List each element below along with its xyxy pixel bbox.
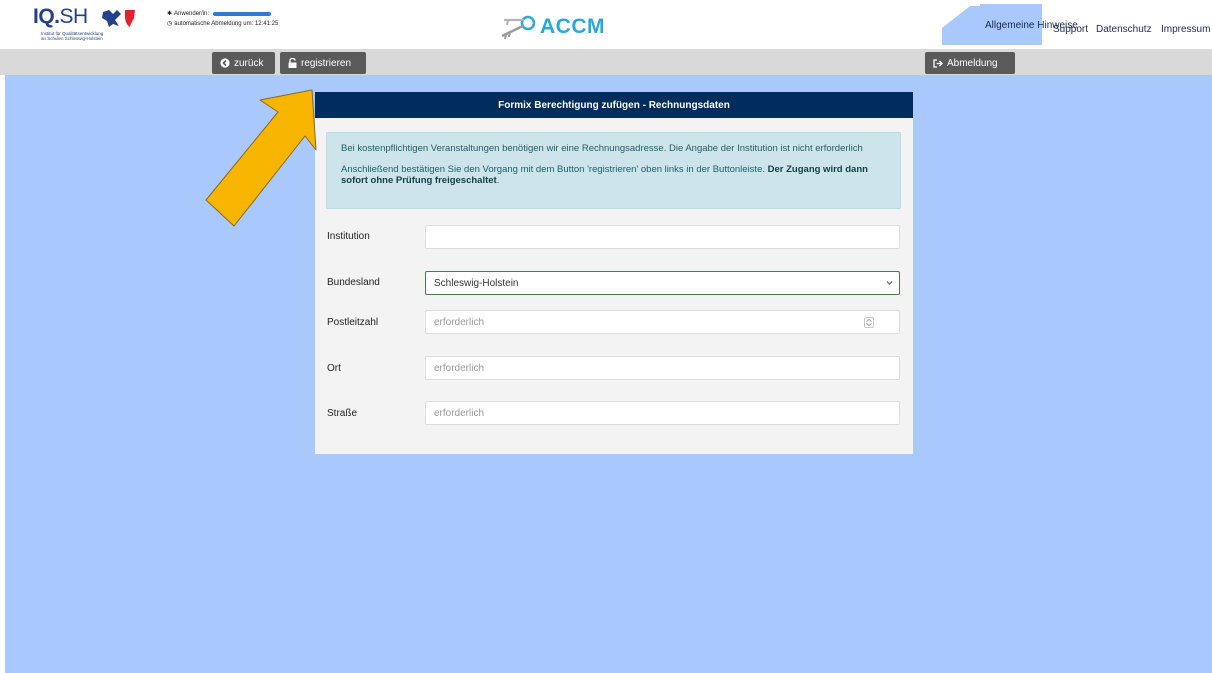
panel-title: Formix Berechtigung zufügen - Rechnungsd… bbox=[315, 92, 913, 118]
state-select[interactable]: Schleswig-Holstein bbox=[425, 271, 900, 295]
keys-icon bbox=[501, 15, 536, 40]
logo-subtitle: Institut für Qualitätsentwicklung an Sch… bbox=[41, 31, 103, 41]
institution-row: Institution bbox=[326, 225, 901, 249]
nav-support[interactable]: Support bbox=[1053, 24, 1088, 35]
info-text-1: Bei kostenpflichtigen Veranstaltungen be… bbox=[341, 143, 863, 154]
logo-text-light: SH bbox=[59, 5, 89, 28]
nav-imprint[interactable]: Impressum bbox=[1161, 24, 1210, 35]
button-toolbar: zurück registrieren Abmeldung bbox=[0, 49, 1212, 75]
street-label: Straße bbox=[327, 408, 358, 419]
user-label: Anwender/in: bbox=[174, 11, 210, 17]
city-row: Ort erforderlich bbox=[326, 356, 901, 380]
street-placeholder: erforderlich bbox=[434, 407, 485, 419]
spinner-down-icon bbox=[866, 323, 872, 326]
state-label: Bundesland bbox=[327, 277, 380, 288]
number-spinner[interactable] bbox=[864, 317, 874, 328]
sign-out-icon bbox=[933, 58, 943, 68]
nav-general-notes[interactable]: Allgemeine Hinweise bbox=[985, 21, 1078, 31]
zip-label: Postleitzahl bbox=[327, 317, 379, 328]
highlight-arrow-icon bbox=[205, 89, 317, 227]
back-button[interactable]: zurück bbox=[212, 52, 275, 74]
zip-input[interactable]: erforderlich bbox=[425, 310, 900, 334]
user-row: ✱ Anwender/in: bbox=[167, 9, 278, 19]
logo-wordmark: IQ.SH bbox=[33, 6, 88, 28]
accm-brand[interactable]: ACCM bbox=[498, 13, 618, 41]
top-header: IQ.SH Institut für Qualitätsentwicklung … bbox=[0, 0, 1212, 49]
logo-text-bold: IQ. bbox=[33, 5, 60, 28]
state-selected-value: Schleswig-Holstein bbox=[434, 277, 519, 289]
city-label: Ort bbox=[327, 363, 341, 374]
top-navigation: Allgemeine Hinweise Support Datenschutz … bbox=[942, 0, 1212, 49]
info-text-2: Anschließend bestätigen Sie den Vorgang … bbox=[341, 164, 886, 186]
logout-label: Abmeldung bbox=[947, 57, 998, 69]
register-label: registrieren bbox=[301, 57, 352, 69]
app-root: IQ.SH Institut für Qualitätsentwicklung … bbox=[0, 0, 1212, 673]
zip-placeholder: erforderlich bbox=[434, 316, 485, 328]
redacted-username bbox=[213, 12, 272, 16]
iqsh-logo[interactable]: IQ.SH Institut für Qualitätsentwicklung … bbox=[33, 6, 143, 42]
billing-form-panel: Formix Berechtigung zufügen - Rechnungsd… bbox=[315, 92, 913, 454]
institution-label: Institution bbox=[327, 231, 370, 242]
street-row: Straße erforderlich bbox=[326, 401, 901, 425]
brand-name: ACCM bbox=[540, 15, 605, 38]
logo-subtitle-line2: an Schulen Schleswig-Holstein bbox=[41, 36, 103, 41]
back-circle-icon bbox=[220, 58, 230, 68]
info-alert: Bei kostenpflichtigen Veranstaltungen be… bbox=[326, 132, 901, 209]
institution-input[interactable] bbox=[425, 225, 900, 249]
logout-button[interactable]: Abmeldung bbox=[925, 52, 1015, 74]
auto-logout-text: automatische Abmeldung um: 12:41:25 bbox=[174, 21, 279, 27]
spinner-up-icon bbox=[866, 319, 872, 322]
coat-of-arms-icon bbox=[102, 10, 135, 27]
info-text-2-normal: Anschließend bestätigen Sie den Vorgang … bbox=[341, 164, 765, 175]
street-input[interactable]: erforderlich bbox=[425, 401, 900, 425]
chevron-down-icon bbox=[886, 281, 893, 286]
asterisk-icon: ✱ bbox=[167, 11, 173, 17]
city-placeholder: erforderlich bbox=[434, 362, 485, 374]
register-button[interactable]: registrieren bbox=[280, 52, 366, 74]
zip-row: Postleitzahl erforderlich bbox=[326, 310, 901, 334]
user-info: ✱ Anwender/in: ◷ automatische Abmeldung … bbox=[167, 9, 278, 29]
unlock-icon bbox=[288, 58, 297, 68]
nav-privacy[interactable]: Datenschutz bbox=[1096, 24, 1152, 35]
state-row: Bundesland Schleswig-Holstein bbox=[326, 271, 901, 295]
city-input[interactable]: erforderlich bbox=[425, 356, 900, 380]
logout-timer-row: ◷ automatische Abmeldung um: 12:41:25 bbox=[167, 19, 278, 29]
back-label: zurück bbox=[234, 57, 264, 69]
clock-icon: ◷ bbox=[167, 21, 173, 27]
info-text-2-end: . bbox=[496, 175, 500, 186]
